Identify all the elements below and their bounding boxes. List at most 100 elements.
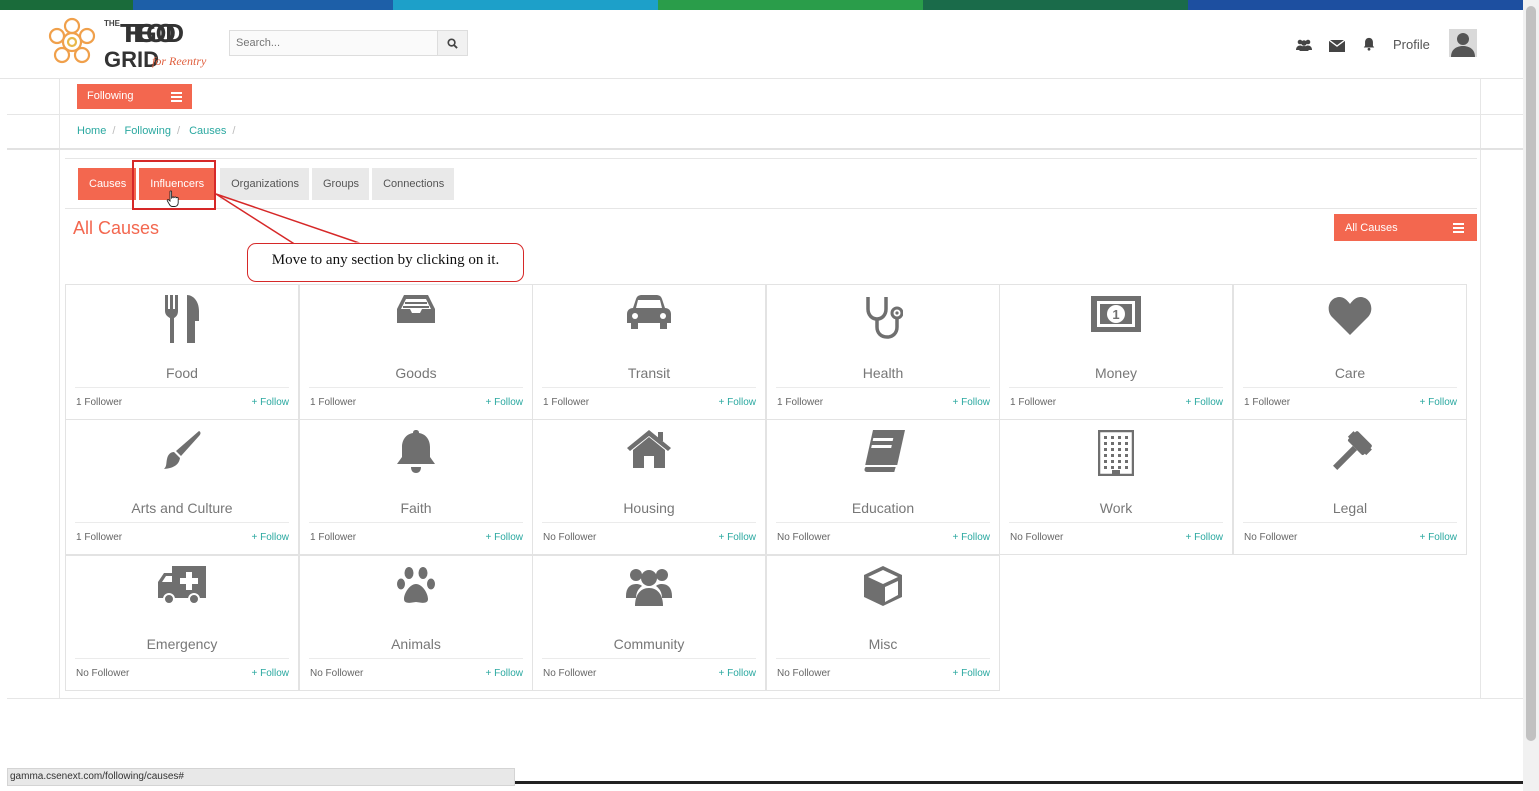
svg-text:1: 1: [1112, 307, 1119, 322]
cause-name[interactable]: Education: [767, 500, 999, 516]
divider: [542, 658, 756, 659]
cause-name[interactable]: Arts and Culture: [66, 500, 298, 516]
divider: [776, 522, 990, 523]
divider: [309, 522, 523, 523]
right-border: [1480, 78, 1481, 698]
follow-button[interactable]: + Follow: [251, 532, 289, 543]
cause-name[interactable]: Food: [66, 365, 298, 381]
car-icon: [533, 295, 765, 345]
divider: [1243, 522, 1457, 523]
cause-card[interactable]: Education No Follower + Follow: [766, 419, 1000, 555]
follower-count: No Follower: [310, 668, 364, 679]
divider: [75, 658, 289, 659]
follow-button[interactable]: + Follow: [485, 532, 523, 543]
menu-icon: [1453, 223, 1464, 235]
all-causes-filter-button[interactable]: All Causes: [1334, 214, 1477, 241]
cause-name[interactable]: Health: [767, 365, 999, 381]
hand-cursor-icon: [166, 190, 179, 207]
paintbrush-icon: [66, 430, 298, 480]
cause-card[interactable]: Housing No Follower + Follow: [532, 419, 766, 555]
cause-card[interactable]: Work No Follower + Follow: [999, 419, 1233, 555]
bell-icon[interactable]: [1361, 37, 1377, 51]
gavel-icon: [1234, 430, 1466, 480]
divider: [309, 387, 523, 388]
cause-name[interactable]: Care: [1234, 365, 1466, 381]
follower-count: 1 Follower: [1010, 397, 1057, 408]
cause-card[interactable]: Emergency No Follower + Follow: [65, 555, 299, 691]
follow-button[interactable]: + Follow: [952, 668, 990, 679]
follower-count: No Follower: [777, 668, 831, 679]
follow-button[interactable]: + Follow: [251, 397, 289, 408]
follow-button[interactable]: + Follow: [485, 668, 523, 679]
inbox-icon: [300, 295, 532, 345]
divider: [1009, 387, 1223, 388]
divider: [75, 387, 289, 388]
cause-card[interactable]: Transit 1 Follower + Follow: [532, 284, 766, 420]
cause-name[interactable]: Housing: [533, 500, 765, 516]
cause-card[interactable]: Faith 1 Follower + Follow: [299, 419, 533, 555]
cause-name[interactable]: Transit: [533, 365, 765, 381]
follower-count: 1 Follower: [76, 532, 123, 543]
paw-icon: [300, 566, 532, 616]
follow-button[interactable]: + Follow: [1419, 532, 1457, 543]
cause-card[interactable]: Health 1 Follower + Follow: [766, 284, 1000, 420]
cube-icon: [767, 566, 999, 616]
envelope-icon[interactable]: [1329, 39, 1345, 53]
users-icon[interactable]: [1296, 38, 1312, 52]
cause-name[interactable]: Legal: [1234, 500, 1466, 516]
cause-card[interactable]: Legal No Follower + Follow: [1233, 419, 1467, 555]
annotation-callout: Move to any section by clicking on it.: [247, 243, 524, 282]
follower-count: No Follower: [1244, 532, 1298, 543]
money-icon: 1: [1000, 295, 1232, 345]
cause-name[interactable]: Misc: [767, 636, 999, 652]
follower-count: No Follower: [543, 532, 597, 543]
cause-name[interactable]: Work: [1000, 500, 1232, 516]
follow-button[interactable]: + Follow: [718, 397, 756, 408]
cause-card[interactable]: Animals No Follower + Follow: [299, 555, 533, 691]
follow-button[interactable]: + Follow: [485, 397, 523, 408]
cause-card[interactable]: Food 1 Follower + Follow: [65, 284, 299, 420]
profile-link[interactable]: Profile: [1393, 37, 1430, 52]
divider: [776, 658, 990, 659]
follower-count: 1 Follower: [310, 532, 357, 543]
cause-name[interactable]: Faith: [300, 500, 532, 516]
cause-name[interactable]: Money: [1000, 365, 1232, 381]
cause-card[interactable]: Community No Follower + Follow: [532, 555, 766, 691]
cause-name[interactable]: Animals: [300, 636, 532, 652]
cause-name[interactable]: Goods: [300, 365, 532, 381]
cause-name[interactable]: Emergency: [66, 636, 298, 652]
follow-button[interactable]: + Follow: [251, 668, 289, 679]
users-icon: [533, 566, 765, 616]
follow-button[interactable]: + Follow: [952, 397, 990, 408]
follow-button[interactable]: + Follow: [1185, 397, 1223, 408]
follower-count: No Follower: [543, 668, 597, 679]
status-bar-url: gamma.csenext.com/following/causes#: [7, 768, 515, 786]
follower-count: 1 Follower: [543, 397, 590, 408]
follow-button[interactable]: + Follow: [1185, 532, 1223, 543]
cause-card[interactable]: 1 Money 1 Follower + Follow: [999, 284, 1233, 420]
divider: [542, 522, 756, 523]
divider: [75, 522, 289, 523]
follow-button[interactable]: + Follow: [718, 668, 756, 679]
follower-count: 1 Follower: [1244, 397, 1291, 408]
avatar[interactable]: [1449, 29, 1477, 57]
follow-button[interactable]: + Follow: [718, 532, 756, 543]
follower-count: No Follower: [1010, 532, 1064, 543]
follow-button[interactable]: + Follow: [1419, 397, 1457, 408]
follower-count: 1 Follower: [310, 397, 357, 408]
cause-card[interactable]: Arts and Culture 1 Follower + Follow: [65, 419, 299, 555]
cause-card[interactable]: Care 1 Follower + Follow: [1233, 284, 1467, 420]
follower-count: No Follower: [777, 532, 831, 543]
cause-name[interactable]: Community: [533, 636, 765, 652]
divider: [309, 658, 523, 659]
all-causes-filter-label: All Causes: [1345, 222, 1398, 234]
divider: [776, 387, 990, 388]
follow-button[interactable]: + Follow: [952, 532, 990, 543]
cause-card[interactable]: Misc No Follower + Follow: [766, 555, 1000, 691]
cause-card[interactable]: Goods 1 Follower + Follow: [299, 284, 533, 420]
follower-count: 1 Follower: [777, 397, 824, 408]
page-scrollbar[interactable]: [1523, 0, 1539, 791]
bell-icon: [300, 430, 532, 480]
book-icon: [767, 430, 999, 480]
user-silhouette-icon: [1449, 29, 1477, 57]
